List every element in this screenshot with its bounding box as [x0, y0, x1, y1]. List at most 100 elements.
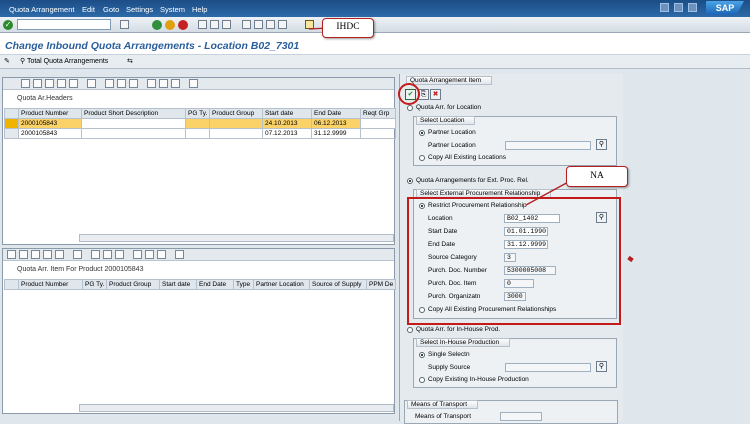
col-header[interactable]: PPM De	[366, 279, 396, 290]
table-cell[interactable]: 24.10.2013	[262, 118, 312, 129]
table-row[interactable]: 2000105843 07.12.2013 31.12.9999	[4, 128, 396, 139]
single-selectn-radio[interactable]	[419, 352, 425, 358]
table-cell[interactable]	[185, 118, 210, 129]
sum-icon[interactable]	[105, 79, 114, 88]
sort-icon[interactable]	[87, 79, 96, 88]
menu-quota-arrangement[interactable]: Quota Arrangement	[9, 5, 74, 14]
delete-icon[interactable]: ✖	[430, 89, 441, 100]
table-cell[interactable]	[81, 128, 186, 139]
print-icon[interactable]	[115, 250, 124, 259]
table-cell[interactable]	[209, 118, 263, 129]
select-all-cell[interactable]	[4, 108, 19, 119]
filter-icon[interactable]	[117, 79, 126, 88]
supply-source-field[interactable]	[505, 363, 591, 372]
first-page-icon[interactable]	[242, 20, 251, 29]
layout-choose-icon[interactable]	[145, 250, 154, 259]
col-header[interactable]: Product Group	[106, 279, 160, 290]
next-page-icon[interactable]	[266, 20, 275, 29]
enter-icon[interactable]: ✓	[3, 20, 13, 30]
find-icon[interactable]	[210, 20, 219, 29]
col-header[interactable]: Product Number	[18, 108, 82, 119]
display-change-icon[interactable]: ✎	[4, 56, 10, 68]
table-cell[interactable]: 2000105843	[18, 118, 82, 129]
table-cell[interactable]: 31.12.9999	[311, 128, 361, 139]
col-header[interactable]: Source of Supply	[309, 279, 367, 290]
copy-all-locations-radio[interactable]	[419, 155, 425, 161]
find-next-icon[interactable]	[43, 250, 52, 259]
other-object-icon[interactable]: ⇆	[127, 56, 133, 68]
table-cell[interactable]	[81, 118, 186, 129]
select-all-cell[interactable]	[4, 279, 19, 290]
col-header[interactable]: Product Short Description	[81, 108, 186, 119]
print-icon[interactable]	[129, 79, 138, 88]
exit-icon[interactable]	[165, 20, 175, 30]
refresh-icon[interactable]	[19, 250, 28, 259]
search-help-icon[interactable]: ⚲	[596, 361, 607, 372]
minimize-icon[interactable]	[660, 3, 669, 12]
table-cell[interactable]	[209, 128, 263, 139]
menu-system[interactable]: System	[160, 5, 185, 14]
col-header[interactable]: Product Number	[18, 279, 83, 290]
total-quota-arrangements-button[interactable]: ⚲ Total Quota Arrangements	[20, 56, 108, 68]
details-icon[interactable]	[21, 79, 30, 88]
copy-inhouse-radio[interactable]	[419, 377, 425, 383]
means-of-transport-field[interactable]	[500, 412, 542, 421]
find-next-icon[interactable]	[222, 20, 231, 29]
table-cell[interactable]	[360, 128, 396, 139]
find-icon[interactable]	[45, 79, 54, 88]
find-icon[interactable]	[31, 250, 40, 259]
col-header[interactable]: Start date	[159, 279, 197, 290]
layout-save-icon[interactable]	[171, 79, 180, 88]
partner-location-radio[interactable]	[419, 130, 425, 136]
print-icon[interactable]	[198, 20, 207, 29]
maximize-icon[interactable]	[674, 3, 683, 12]
table-cell[interactable]	[360, 118, 396, 129]
table-cell[interactable]: 06.12.2013	[311, 118, 361, 129]
ext-proc-radio[interactable]	[407, 178, 413, 184]
view-icon[interactable]	[189, 79, 198, 88]
row-selector[interactable]	[4, 128, 19, 139]
table-cell[interactable]	[185, 128, 210, 139]
sum-icon[interactable]	[91, 250, 100, 259]
back-icon[interactable]	[152, 20, 162, 30]
col-header[interactable]: End Date	[196, 279, 234, 290]
layout-icon[interactable]	[55, 250, 64, 259]
row-selector[interactable]	[4, 118, 19, 129]
menu-settings[interactable]: Settings	[126, 5, 153, 14]
col-header[interactable]: Start date	[262, 108, 312, 119]
col-header[interactable]: PG Ty.	[82, 279, 107, 290]
table-row[interactable]: 2000105843 24.10.2013 06.12.2013	[4, 118, 396, 129]
horizontal-scrollbar[interactable]	[79, 234, 394, 242]
table-cell[interactable]: 07.12.2013	[262, 128, 312, 139]
partner-location-field[interactable]	[505, 141, 591, 150]
col-header[interactable]: End Date	[311, 108, 361, 119]
table-cell[interactable]: 2000105843	[18, 128, 82, 139]
refresh-icon[interactable]	[33, 79, 42, 88]
details-icon[interactable]	[7, 250, 16, 259]
save-icon[interactable]	[120, 20, 129, 29]
sort-icon[interactable]	[73, 250, 82, 259]
export-icon[interactable]	[147, 79, 156, 88]
menu-goto[interactable]: Goto	[103, 5, 119, 14]
layout-save-icon[interactable]	[157, 250, 166, 259]
horizontal-scrollbar[interactable]	[79, 404, 394, 412]
cancel-icon[interactable]	[178, 20, 188, 30]
last-page-icon[interactable]	[278, 20, 287, 29]
menu-help[interactable]: Help	[192, 5, 207, 14]
col-header[interactable]: Partner Location	[253, 279, 310, 290]
location-radio[interactable]	[407, 105, 413, 111]
col-header[interactable]: Product Group	[209, 108, 263, 119]
previous-page-icon[interactable]	[254, 20, 263, 29]
col-header[interactable]: PG Ty.	[185, 108, 210, 119]
inhouse-radio[interactable]	[407, 327, 413, 333]
command-field[interactable]	[17, 19, 111, 30]
filter-icon[interactable]	[103, 250, 112, 259]
menu-edit[interactable]: Edit	[82, 5, 95, 14]
close-icon[interactable]	[688, 3, 697, 12]
layout-choose-icon[interactable]	[159, 79, 168, 88]
col-header[interactable]: Type	[233, 279, 254, 290]
find-next-icon[interactable]	[57, 79, 66, 88]
view-icon[interactable]	[175, 250, 184, 259]
layout-icon[interactable]	[69, 79, 78, 88]
export-icon[interactable]	[133, 250, 142, 259]
